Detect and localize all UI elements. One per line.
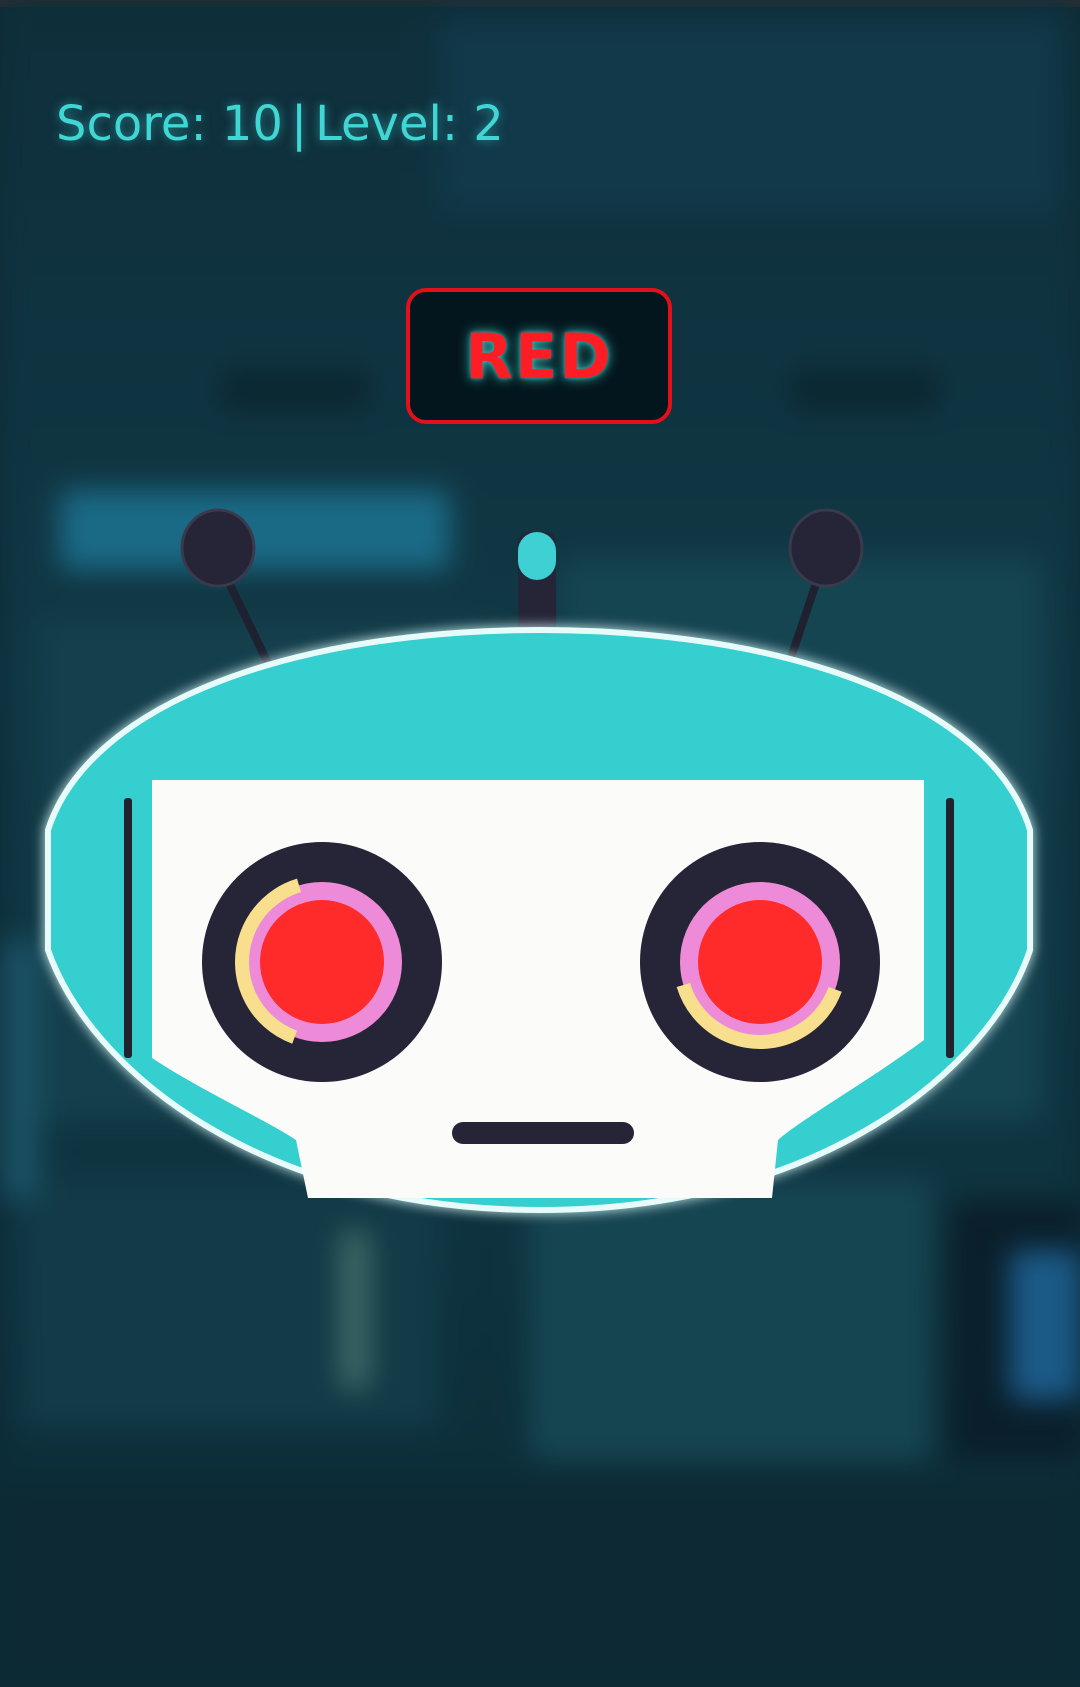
score-level-readout: Score: 10 | Level: 2	[56, 96, 504, 152]
game-screen: Score: 10 | Level: 2 RED	[0, 0, 1080, 1687]
robot-right-slit	[946, 798, 954, 1058]
level-label: Level: 2	[315, 96, 504, 152]
color-word-text: RED	[465, 319, 613, 393]
color-word-prompt: RED	[406, 288, 672, 424]
hud-separator: |	[290, 96, 308, 152]
robot-left-eye	[202, 842, 442, 1082]
robot-mouth	[452, 1122, 634, 1144]
robot-left-slit	[124, 798, 132, 1058]
robot-right-eye	[640, 842, 880, 1082]
robot-head-icon[interactable]	[0, 500, 1080, 1240]
score-label: Score: 10	[56, 96, 283, 152]
